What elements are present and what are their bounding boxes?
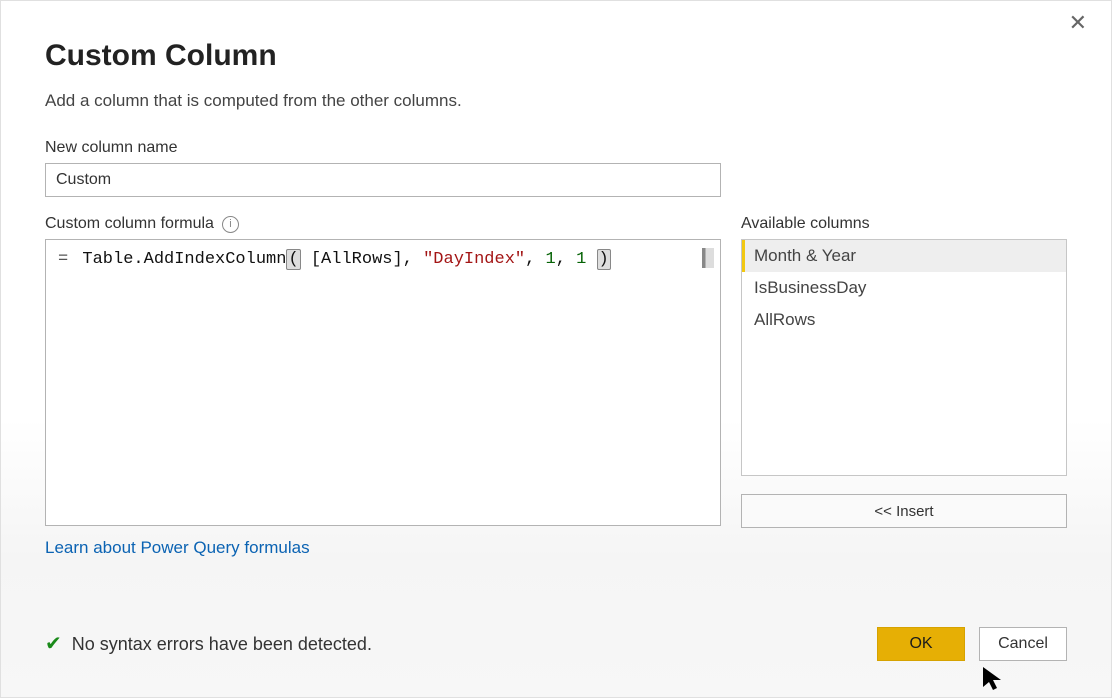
ok-button[interactable]: OK bbox=[877, 627, 965, 661]
check-icon: ✔ bbox=[45, 634, 62, 654]
column-name-section: New column name bbox=[45, 139, 1067, 197]
mouse-cursor-icon bbox=[981, 665, 1003, 693]
cancel-button[interactable]: Cancel bbox=[979, 627, 1067, 661]
status-bar: ✔ No syntax errors have been detected. bbox=[45, 634, 372, 655]
learn-link[interactable]: Learn about Power Query formulas bbox=[45, 538, 310, 558]
info-icon[interactable]: i bbox=[222, 216, 239, 233]
text-cursor-indicator bbox=[702, 248, 714, 268]
available-item-isbusinessday[interactable]: IsBusinessDay bbox=[742, 272, 1066, 304]
close-icon: ✕ bbox=[1069, 10, 1087, 35]
close-button[interactable]: ✕ bbox=[1063, 11, 1093, 35]
available-item-allrows[interactable]: AllRows bbox=[742, 304, 1066, 336]
formula-editor[interactable]: = Table.AddIndexColumn( [AllRows], "DayI… bbox=[45, 239, 721, 526]
available-item-month-year[interactable]: Month & Year bbox=[742, 240, 1066, 272]
available-columns-list[interactable]: Month & Year IsBusinessDay AllRows bbox=[741, 239, 1067, 476]
formula-text: = Table.AddIndexColumn( [AllRows], "DayI… bbox=[46, 240, 720, 279]
available-column: Available columns Month & Year IsBusines… bbox=[741, 215, 1067, 558]
column-name-input[interactable] bbox=[45, 163, 721, 197]
dialog-title: Custom Column bbox=[45, 39, 1067, 73]
status-text: No syntax errors have been detected. bbox=[72, 634, 372, 655]
formula-column: Custom column formula i = Table.AddIndex… bbox=[45, 215, 721, 558]
formula-label: Custom column formula i bbox=[45, 215, 721, 233]
column-name-label: New column name bbox=[45, 139, 1067, 157]
insert-button[interactable]: << Insert bbox=[741, 494, 1067, 528]
dialog-subtitle: Add a column that is computed from the o… bbox=[45, 91, 1067, 111]
custom-column-dialog: ✕ Custom Column Add a column that is com… bbox=[0, 0, 1112, 698]
available-label: Available columns bbox=[741, 215, 1067, 233]
